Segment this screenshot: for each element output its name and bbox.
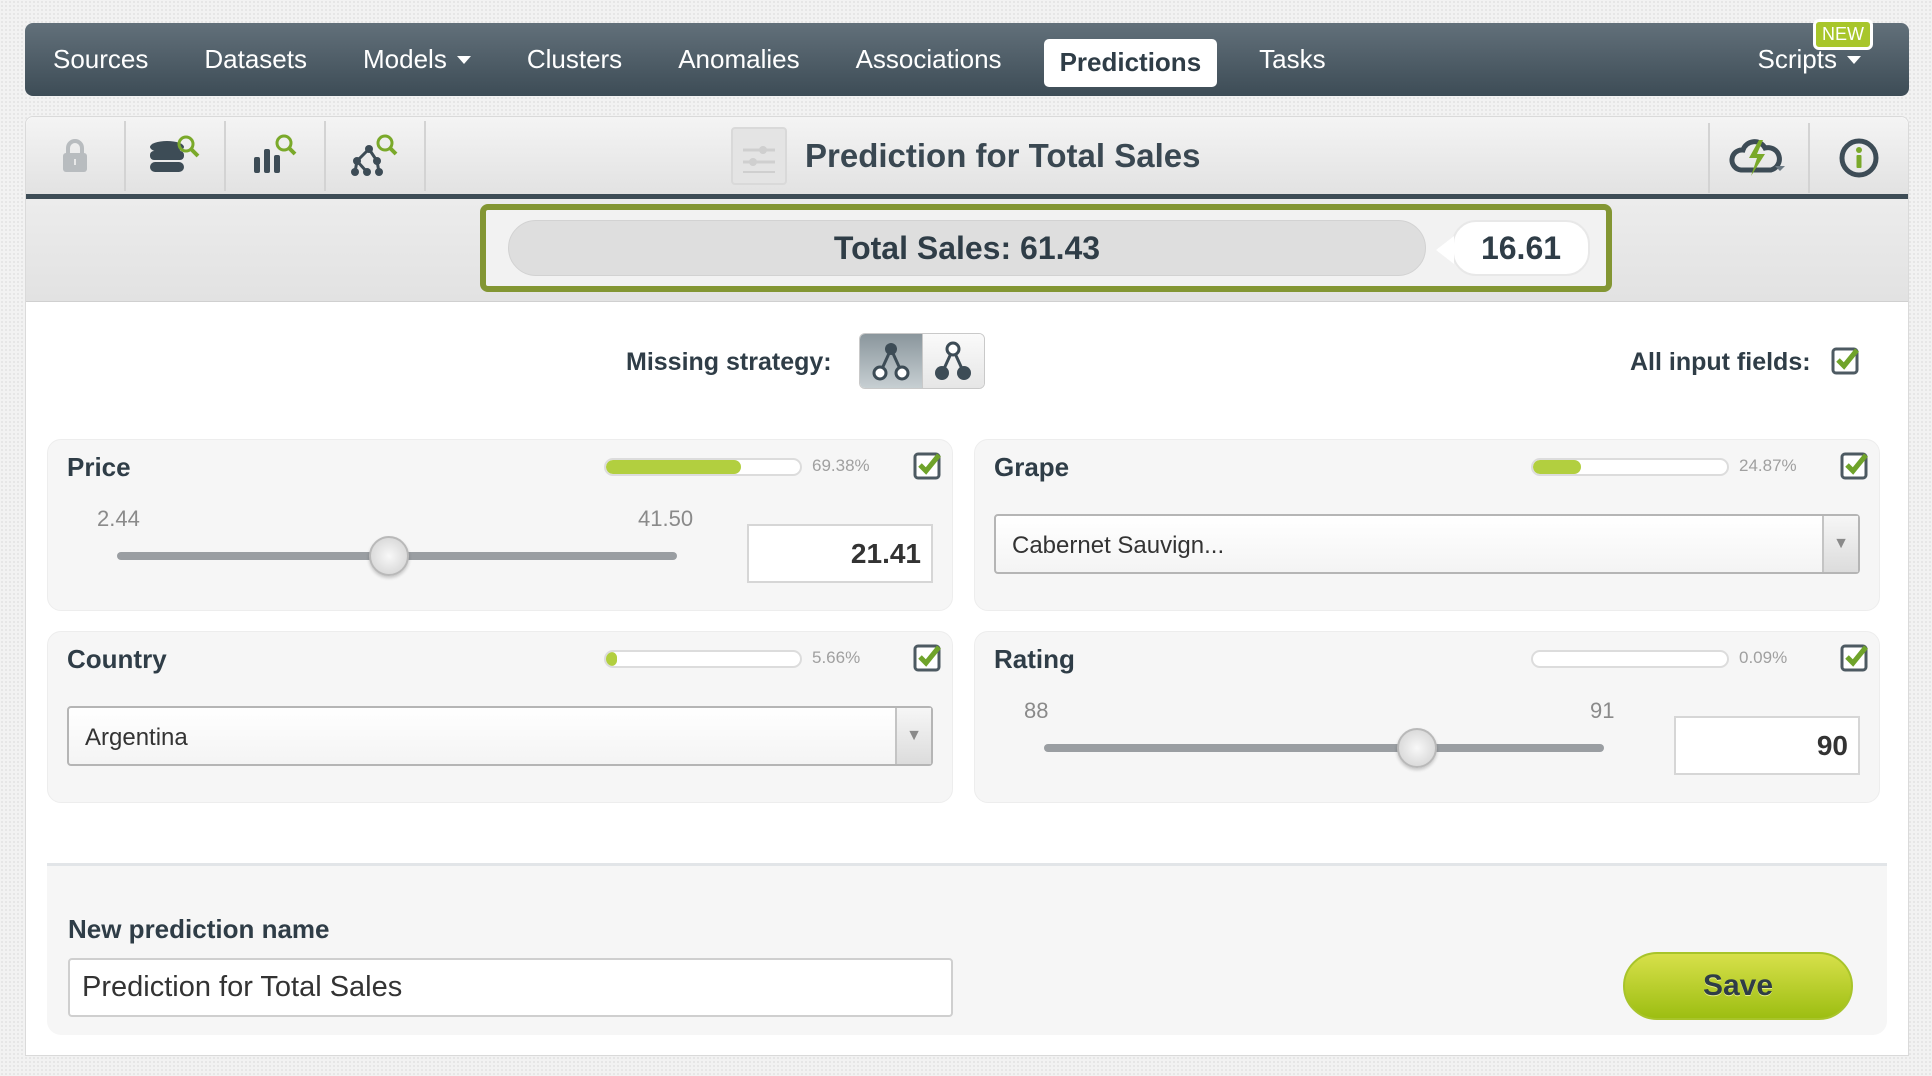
importance-bar [604, 458, 802, 476]
nav-label: Anomalies [678, 44, 800, 74]
importance-fill [606, 652, 617, 666]
tree-search-icon [351, 134, 398, 176]
prediction-value: Total Sales: 61.43 [508, 220, 1426, 276]
page-title: Prediction for Total Sales [731, 127, 1200, 185]
cloud-actions-button[interactable] [1708, 123, 1808, 193]
importance-bar [1531, 650, 1729, 668]
nav-label: Sources [53, 44, 149, 74]
caret-down-icon [1847, 55, 1861, 64]
toolbar-right [1708, 123, 1908, 193]
last-prediction-strategy-button[interactable] [860, 334, 922, 388]
nav-label: Associations [855, 44, 1002, 74]
checkbox-checked-icon [1840, 452, 1868, 480]
prediction-name-label: New prediction name [68, 914, 330, 944]
info-icon [1839, 138, 1879, 178]
grape-select[interactable]: Cabernet Sauvign... ▼ [994, 514, 1860, 574]
nav-label: Datasets [204, 44, 307, 74]
nav-item-datasets[interactable]: Datasets [176, 35, 335, 85]
nav-label: Tasks [1259, 44, 1326, 74]
all-input-fields-checkbox[interactable] [1831, 345, 1861, 380]
nav-item-associations[interactable]: Associations [828, 35, 1030, 85]
top-nav: Sources Datasets Models Clusters Anomali… [25, 19, 1909, 96]
dropdown-arrow-icon: ▼ [1822, 516, 1858, 572]
caret-down-icon [456, 55, 471, 64]
view-dataset-button[interactable] [126, 120, 226, 191]
nav-item-predictions[interactable]: Predictions [1043, 38, 1218, 87]
field-name: Price [67, 452, 131, 482]
slider-max-label: 41.50 [638, 506, 694, 531]
field-name: Country [67, 644, 167, 674]
page-title-text: Prediction for Total Sales [805, 137, 1201, 174]
importance-percent: 5.66% [812, 648, 861, 667]
nav-item-tasks[interactable]: Tasks [1231, 35, 1353, 85]
dataset-search-icon [150, 135, 200, 172]
slider-handle[interactable] [1397, 728, 1438, 768]
prediction-result: Total Sales: 61.43 16.61 [480, 204, 1612, 292]
field-name: Rating [994, 644, 1075, 674]
country-select[interactable]: Argentina ▼ [67, 706, 933, 766]
select-value: Cabernet Sauvign... [1012, 532, 1225, 559]
confidence-badge: 16.61 [1436, 220, 1590, 276]
new-badge: NEW [1813, 19, 1873, 50]
view-tree-button[interactable] [326, 120, 426, 191]
importance-percent: 24.87% [1739, 456, 1797, 475]
nav-item-clusters[interactable]: Clusters [499, 35, 650, 85]
missing-strategy-label: Missing strategy: [626, 348, 832, 376]
field-include-checkbox[interactable] [1840, 450, 1870, 485]
field-include-checkbox[interactable] [913, 450, 943, 485]
nav-label: Predictions [1059, 47, 1202, 77]
lock-icon [63, 138, 87, 172]
checkbox-checked-icon [913, 452, 941, 480]
dropdown-arrow-icon: ▼ [895, 708, 931, 764]
importance-fill [1533, 460, 1582, 474]
field-card-grape: Grape 24.87% Cabernet Sauvign... ▼ [974, 439, 1880, 611]
proportional-strategy-button[interactable] [921, 334, 984, 388]
prediction-name-input[interactable] [68, 958, 953, 1017]
slider-min-label: 2.44 [97, 506, 140, 531]
field-include-checkbox[interactable] [1840, 642, 1870, 677]
cloud-lightning-icon [1729, 139, 1785, 176]
save-button[interactable]: Save [1623, 952, 1853, 1020]
nav-item-sources[interactable]: Sources [25, 35, 176, 85]
view-model-button[interactable] [226, 120, 326, 191]
tree-filled-top-icon [872, 343, 910, 381]
field-card-country: Country 5.66% Argentina ▼ [47, 631, 953, 803]
field-include-checkbox[interactable] [913, 642, 943, 677]
importance-percent: 0.09% [1739, 648, 1788, 667]
missing-strategy-toggle [859, 333, 985, 389]
nav-label: Clusters [526, 44, 623, 74]
slider-handle[interactable] [368, 536, 409, 576]
nav-item-anomalies[interactable]: Anomalies [650, 35, 827, 85]
prediction-result-band: Total Sales: 61.43 16.61 [26, 199, 1908, 302]
info-button[interactable] [1808, 123, 1908, 193]
importance-bar [1531, 458, 1729, 476]
nav-item-models[interactable]: Models [335, 35, 499, 85]
field-name: Grape [994, 452, 1070, 482]
field-card-price: Price 69.38% 2.44 41.50 [47, 439, 953, 611]
all-input-fields-label: All input fields: [1630, 348, 1811, 376]
prediction-name-section: New prediction name Save [47, 863, 1887, 1035]
prediction-form-icon [731, 127, 787, 185]
toolbar: Prediction for Total Sales [26, 117, 1908, 199]
checkbox-checked-icon [1840, 644, 1868, 672]
importance-fill [606, 460, 741, 474]
model-bars-search-icon [254, 134, 297, 173]
nav-label: Models [363, 44, 447, 74]
field-card-rating: Rating 0.09% 88 91 [974, 631, 1880, 803]
prediction-panel: Prediction for Total Sales Total Sales: … [25, 116, 1909, 1056]
checkbox-checked-icon [913, 644, 941, 672]
rating-value-input[interactable] [1674, 716, 1860, 775]
select-value: Argentina [85, 724, 188, 751]
tree-filled-leaves-icon [935, 341, 972, 380]
importance-percent: 69.38% [812, 456, 870, 475]
checkbox-checked-icon [1831, 347, 1859, 375]
importance-bar [604, 650, 802, 668]
price-value-input[interactable] [747, 524, 933, 583]
lock-button[interactable] [26, 120, 126, 191]
slider-min-label: 88 [1024, 698, 1049, 723]
slider-max-label: 91 [1590, 698, 1615, 723]
options-row: Missing strategy: All input fields: [26, 332, 1908, 392]
slider-track[interactable] [1044, 744, 1604, 752]
